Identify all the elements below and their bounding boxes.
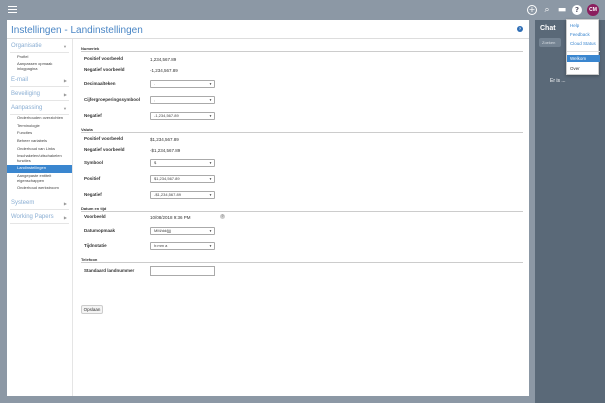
sidebar: Organisatie ▼ Profiel Aanpassen opmaak i… bbox=[7, 39, 73, 396]
sidebar-section-email[interactable]: E-mail ▶ bbox=[7, 75, 72, 87]
sidebar-section-label: Aanpassing bbox=[11, 104, 43, 111]
landnummer-input[interactable] bbox=[150, 266, 215, 276]
divider bbox=[10, 99, 69, 101]
cijfergroepering-label: Cijfergroeperingssymbool bbox=[84, 97, 141, 102]
help-icon[interactable]: ? bbox=[220, 214, 225, 219]
divider bbox=[10, 113, 69, 115]
datumopmaak-label: Datumopmaak bbox=[84, 228, 116, 233]
menu-item-welkom[interactable]: Welkom bbox=[567, 55, 600, 62]
sidebar-item-onderhoud-links[interactable]: Onderhoud van Links bbox=[7, 145, 72, 153]
menu-item-help[interactable]: Help bbox=[567, 22, 600, 29]
landnummer-label: Standaard landnummer bbox=[84, 268, 135, 273]
chat-icon[interactable]: ▬ bbox=[557, 5, 567, 15]
top-icons: + ⌕ ▬ ? CM bbox=[527, 4, 599, 16]
datum-voorbeeld-label: Voorbeeld bbox=[84, 214, 106, 219]
valuta-positief-label: Positief voorbeeld bbox=[84, 136, 124, 141]
help-menu: Help Feedback Cloud Status Welkom Over bbox=[566, 19, 600, 75]
numeriek-neg-label: Negatief bbox=[84, 113, 102, 118]
valuta-negatief-select[interactable]: -$1,234,567.89 bbox=[150, 191, 215, 199]
save-button[interactable]: Opslaan bbox=[81, 305, 103, 314]
page-title: Instellingen - Landinstellingen bbox=[11, 25, 143, 36]
sidebar-item-aanpassen-opmaak[interactable]: Aanpassen opmaak inlogpagina bbox=[7, 61, 72, 73]
settings-content: Numeriek Positief voorbeeld 1,234,567.89… bbox=[73, 39, 529, 396]
numeriek-negatief-label: Negatief voorbeeld bbox=[84, 67, 125, 72]
decimaalteken-select[interactable]: . bbox=[150, 80, 215, 88]
datum-voorbeeld-value: 10/08/2018 9:36 PM bbox=[150, 215, 191, 220]
numeriek-positief-value: 1,234,567.89 bbox=[150, 57, 177, 62]
chat-panel: Chat Zoeken Er is ... bbox=[535, 20, 605, 403]
chevron-right-icon: ▶ bbox=[63, 77, 67, 83]
sidebar-section-label: Beveiliging bbox=[11, 90, 41, 97]
menu-icon[interactable] bbox=[8, 6, 17, 13]
divider bbox=[81, 211, 523, 212]
chat-message-text: Er is ... bbox=[550, 78, 566, 84]
menu-item-cloud-status[interactable]: Cloud Status bbox=[567, 40, 600, 47]
top-bar: + ⌕ ▬ ? CM bbox=[0, 0, 605, 20]
chevron-right-icon: ▶ bbox=[63, 201, 67, 207]
symbool-label: Symbool bbox=[84, 160, 104, 165]
decimaalteken-label: Decimaalteken bbox=[84, 81, 116, 86]
numeriek-negatief-value: -1,234,567.89 bbox=[150, 68, 178, 73]
sidebar-item-landinstellingen[interactable]: Landinstellingen bbox=[7, 164, 72, 173]
divider bbox=[10, 52, 69, 53]
valuta-positief-value: $1,234,567.89 bbox=[150, 137, 179, 142]
valuta-neg-label: Negatief bbox=[84, 192, 102, 197]
sidebar-item-inschakelen-functies[interactable]: Inschakelen/uitschakelen functies bbox=[7, 153, 72, 165]
sidebar-section-aanpassing[interactable]: Aanpassing ▼ bbox=[7, 103, 72, 115]
menu-divider bbox=[567, 51, 600, 52]
numeriek-negatief-select[interactable]: -1,234,567.89 bbox=[150, 112, 215, 120]
menu-item-feedback[interactable]: Feedback bbox=[567, 31, 600, 38]
chat-search-input[interactable]: Zoeken bbox=[539, 38, 561, 47]
chat-title: Chat bbox=[540, 25, 556, 32]
numeriek-positief-label: Positief voorbeeld bbox=[84, 56, 124, 61]
sidebar-item-profiel[interactable]: Profiel bbox=[7, 53, 72, 61]
sidebar-section-beveiliging[interactable]: Beveiliging ▶ bbox=[7, 89, 72, 101]
sidebar-item-onderhoud-werkstroom[interactable]: Onderhoud werkstroom bbox=[7, 185, 72, 193]
symbool-select[interactable]: $ bbox=[150, 159, 215, 167]
chevron-right-icon: ▶ bbox=[63, 91, 67, 97]
sidebar-section-label: E-mail bbox=[11, 76, 29, 83]
add-icon[interactable]: + bbox=[527, 5, 537, 15]
sidebar-section-systeem[interactable]: Systeem ▶ bbox=[7, 198, 72, 211]
sidebar-section-label: Organisatie bbox=[11, 43, 42, 49]
sidebar-item-functies[interactable]: Functies bbox=[7, 130, 72, 138]
valuta-pos-label: Positief bbox=[84, 176, 101, 181]
sidebar-item-beheer-variabels[interactable]: Beheer variabels bbox=[7, 138, 72, 146]
cijfergroepering-select[interactable]: , bbox=[150, 96, 215, 104]
search-icon[interactable]: ⌕ bbox=[542, 5, 552, 15]
tijdnotatie-label: Tijdnotatie bbox=[84, 243, 107, 248]
panel-header: Instellingen - Landinstellingen ? bbox=[7, 20, 529, 39]
divider bbox=[10, 209, 69, 211]
avatar[interactable]: CM bbox=[587, 4, 599, 16]
sidebar-section-working-papers[interactable]: Working Papers ▶ bbox=[7, 212, 72, 225]
info-icon[interactable]: ? bbox=[517, 26, 523, 32]
divider bbox=[81, 132, 523, 133]
chevron-down-icon: ▼ bbox=[63, 105, 67, 111]
sidebar-item-terminologie[interactable]: Terminologie bbox=[7, 122, 72, 130]
divider bbox=[10, 223, 69, 225]
valuta-negatief-value: -$1,234,567.89 bbox=[150, 148, 181, 153]
divider bbox=[81, 51, 523, 52]
tijdnotatie-select[interactable]: h:mm a bbox=[150, 242, 215, 250]
divider bbox=[10, 85, 69, 87]
valuta-positief-select[interactable]: $1,234,567.89 bbox=[150, 175, 215, 183]
sidebar-item-aangepaste-eigenschappen[interactable]: Aangepaste entiteit eigenschappen bbox=[7, 173, 72, 185]
sidebar-section-label: Working Papers bbox=[11, 214, 54, 221]
chevron-right-icon: ▶ bbox=[63, 215, 67, 221]
menu-item-over[interactable]: Over bbox=[567, 65, 600, 72]
chevron-down-icon: ▼ bbox=[63, 44, 67, 49]
divider bbox=[81, 262, 523, 263]
sidebar-section-label: Systeem bbox=[11, 200, 35, 207]
valuta-negatief-label: Negatief voorbeeld bbox=[84, 147, 125, 152]
help-icon[interactable]: ? bbox=[572, 5, 582, 15]
datumopmaak-select[interactable]: MM/dd/jjjj bbox=[150, 227, 215, 235]
sidebar-section-organisatie[interactable]: Organisatie ▼ bbox=[7, 41, 72, 53]
settings-panel: Instellingen - Landinstellingen ? Organi… bbox=[7, 20, 529, 396]
sidebar-item-onderhouden-overzichten[interactable]: Onderhouden overzichten bbox=[7, 115, 72, 123]
